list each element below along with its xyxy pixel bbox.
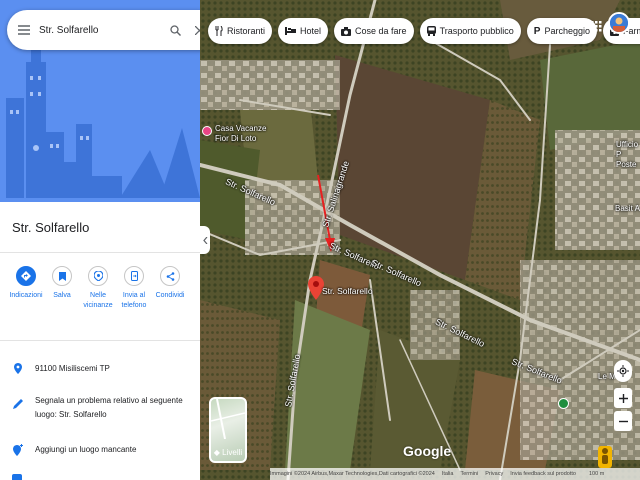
- list-item-partial: [12, 474, 22, 480]
- directions-button[interactable]: Indicazioni: [8, 266, 44, 330]
- satellite-imagery: [200, 0, 640, 480]
- my-location-icon: [617, 365, 629, 377]
- imagery-attribution: Immagini ©2024 Airbus,Maxar Technologies…: [270, 471, 435, 477]
- minus-icon: [618, 420, 628, 422]
- address-row[interactable]: 91100 Misiliscemi TP: [0, 362, 200, 376]
- add-missing-place-text: Aggiungi un luogo mancante: [35, 445, 137, 454]
- collapse-panel-button[interactable]: [200, 226, 210, 254]
- pin-label: Str. Solfarello: [322, 286, 373, 296]
- poi-label[interactable]: Ufficio P Poste: [616, 140, 640, 170]
- my-location-button[interactable]: [614, 360, 632, 382]
- chip-things-to-do[interactable]: Cose da fare: [334, 18, 414, 44]
- map-footer: Immagini ©2024 Airbus,Maxar Technologies…: [270, 468, 640, 480]
- search-button[interactable]: [163, 10, 187, 50]
- google-logo: Google: [403, 443, 452, 459]
- map-canvas[interactable]: Str. Solfarello Str. Solfarello Str. Sol…: [200, 0, 640, 480]
- map-controls: [614, 360, 632, 434]
- place-title: Str. Solfarello: [12, 220, 90, 235]
- search-box[interactable]: Str. Solfarello: [7, 10, 200, 50]
- hamburger-menu-icon: [18, 25, 30, 35]
- share-button[interactable]: Condividi: [152, 266, 188, 330]
- save-button[interactable]: Salva: [44, 266, 80, 330]
- send-to-phone-icon: [124, 266, 144, 286]
- category-chips: Ristoranti Hotel Cose da fare Trasporto …: [208, 18, 640, 44]
- chip-restaurants[interactable]: Ristoranti: [208, 18, 273, 44]
- zoom-out-button[interactable]: [614, 411, 632, 431]
- divider: [0, 340, 200, 341]
- hotel-icon: [285, 27, 297, 35]
- edit-pencil-icon: [0, 394, 35, 409]
- poi-marker-icon[interactable]: [558, 398, 569, 409]
- language-link[interactable]: Italia: [442, 471, 454, 477]
- street-view-pegman-icon[interactable]: [598, 446, 612, 468]
- chevron-left-icon: [202, 236, 207, 244]
- apps-grid-icon[interactable]: [588, 18, 604, 34]
- feedback-link[interactable]: Invia feedback sul prodotto: [510, 471, 576, 477]
- layers-icon: ◆: [213, 448, 223, 457]
- nearby-icon: [88, 266, 108, 286]
- directions-icon: [16, 266, 36, 286]
- place-sidebar: Str. Solfarello Str. Solfarello Indicazi…: [0, 0, 200, 480]
- scale-label: 100 m: [588, 471, 605, 477]
- clear-search-button[interactable]: [187, 10, 200, 50]
- nearby-button[interactable]: Nelle vicinanze: [80, 266, 116, 330]
- transit-icon: [426, 26, 436, 36]
- location-pin-icon: [0, 362, 35, 374]
- restaurant-icon: [215, 26, 223, 36]
- close-icon: [194, 25, 200, 35]
- map-thumbnail: [211, 399, 245, 439]
- search-input[interactable]: Str. Solfarello: [39, 25, 163, 36]
- report-problem-row[interactable]: Segnala un problema relativo al seguente…: [0, 394, 200, 422]
- zoom-in-button[interactable]: [614, 388, 632, 408]
- add-missing-place-row[interactable]: Aggiungi un luogo mancante: [0, 443, 200, 457]
- chip-transit[interactable]: Trasporto pubblico: [419, 18, 521, 44]
- privacy-link[interactable]: Privacy: [485, 471, 503, 477]
- search-icon: [169, 24, 181, 36]
- share-icon: [160, 266, 180, 286]
- chip-hotel[interactable]: Hotel: [278, 18, 329, 44]
- parking-icon: P: [533, 25, 541, 37]
- layers-button[interactable]: ◆ Livelli: [209, 397, 247, 463]
- bookmark-icon: [52, 266, 72, 286]
- poi-marker-icon[interactable]: [202, 126, 212, 136]
- poi-label[interactable]: Casa Vacanze Fior Di Loto: [215, 124, 280, 144]
- report-problem-text: Segnala un problema relativo al seguente…: [35, 396, 183, 419]
- add-place-icon: [0, 443, 35, 456]
- divider: [0, 252, 200, 253]
- address-text: 91100 Misiliscemi TP: [35, 364, 110, 373]
- terms-link[interactable]: Termini: [460, 471, 478, 477]
- layers-label: Livelli: [222, 448, 243, 457]
- action-buttons: Indicazioni Salva Nelle vicinanze Invia …: [0, 266, 200, 330]
- menu-button[interactable]: [9, 10, 39, 50]
- avatar[interactable]: [608, 12, 630, 34]
- poi-label[interactable]: Basit A: [615, 204, 640, 214]
- chip-parking[interactable]: P Parcheggio: [526, 18, 597, 44]
- send-to-phone-button[interactable]: Invia al telefono: [116, 266, 152, 330]
- camera-icon: [341, 26, 352, 36]
- plus-icon: [618, 393, 628, 403]
